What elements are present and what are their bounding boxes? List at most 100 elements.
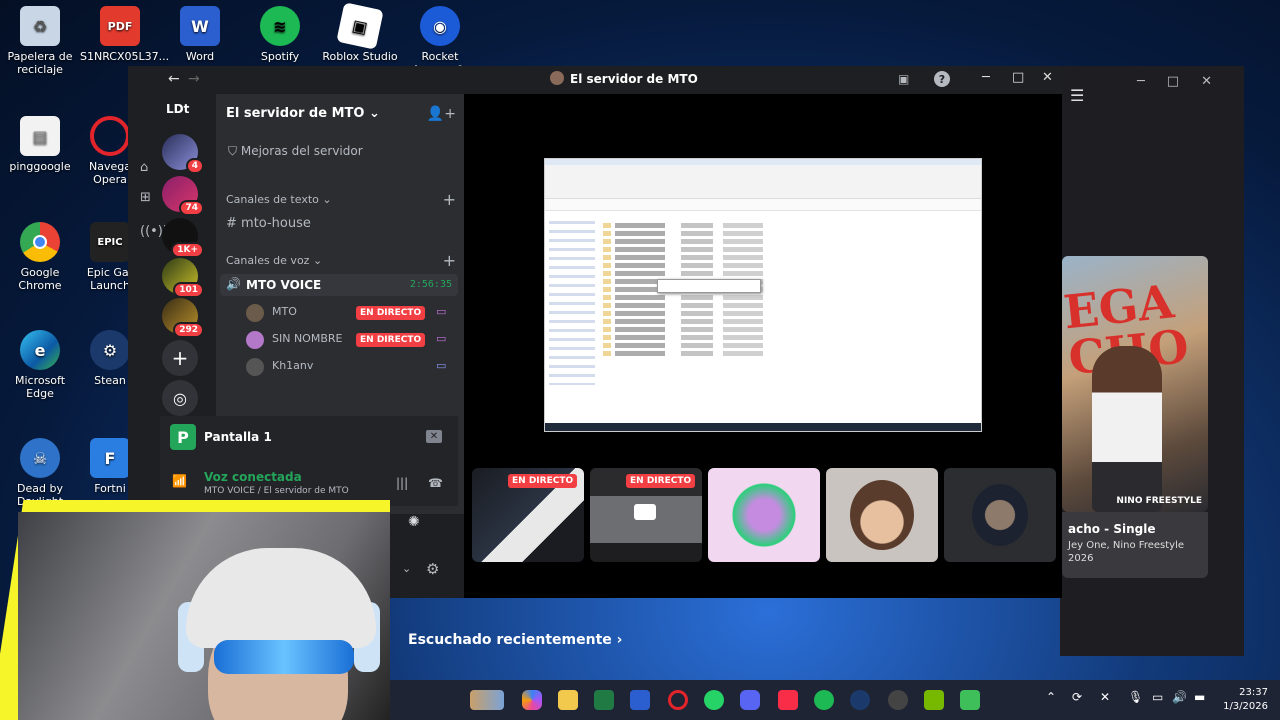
steam-taskbar-icon[interactable] [850, 690, 870, 710]
channel-mto-house[interactable]: # mto-house [226, 216, 311, 231]
whatsapp-icon[interactable] [704, 690, 724, 710]
minimize-icon[interactable]: ─ [982, 70, 990, 85]
voice-user[interactable]: Kh1anv ▭ [246, 356, 456, 378]
close-icon[interactable]: ✕ [1042, 70, 1053, 85]
signal-icon: 📶 [172, 474, 187, 488]
maximize-icon[interactable]: □ [1012, 70, 1024, 85]
desktop-icon-chrome[interactable]: Google Chrome [0, 222, 80, 292]
server-icon[interactable]: 74 [162, 176, 204, 216]
desktop-icon-pdf[interactable]: PDF S1NRCX05L37... [80, 6, 169, 63]
pdf-icon: PDF [100, 6, 140, 46]
excel-icon[interactable] [594, 690, 614, 710]
microphone-icon[interactable]: 🎙 [1128, 690, 1143, 704]
window-controls[interactable]: ─□✕ [1137, 74, 1234, 89]
stream-stage[interactable]: EN DIRECTO EN DIRECTO [464, 94, 1062, 598]
connection-status[interactable]: Voz conectada [204, 470, 302, 484]
copilot-icon[interactable] [522, 690, 542, 710]
discord-taskbar-icon[interactable] [740, 690, 760, 710]
invite-people-icon[interactable]: 👤+ [427, 106, 456, 122]
nvidia-icon[interactable] [924, 690, 944, 710]
minecraft-icon[interactable] [960, 690, 980, 710]
live-badge: EN DIRECTO [508, 474, 578, 488]
roblox-icon: ▣ [336, 2, 384, 50]
opera-taskbar-icon[interactable] [668, 690, 688, 710]
nvidia-tray-icon[interactable]: ✕ [1100, 690, 1110, 704]
server-name-header[interactable]: El servidor de MTO ⌄ [226, 106, 380, 121]
forward-arrow-icon[interactable]: → [188, 71, 200, 87]
stream-thumbnail[interactable]: EN DIRECTO [590, 468, 702, 562]
stream-thumbnail[interactable]: EN DIRECTO [472, 468, 584, 562]
album-year: 2026 [1068, 553, 1094, 564]
window-title: El servidor de MTO [570, 72, 698, 86]
video-icon: ▭ [436, 359, 447, 372]
game-controller-icon[interactable] [888, 690, 908, 710]
boost-icon: ⛉ [228, 144, 238, 158]
file-icon: ▤ [20, 116, 60, 156]
settings-gear-icon[interactable]: ⚙ [426, 560, 439, 578]
voice-timer: 2:56:35 [409, 279, 452, 290]
add-voice-channel-icon[interactable]: + [443, 251, 456, 270]
recently-played-heading[interactable]: Escuchado recientemente › [408, 632, 622, 648]
album-title: acho - Single [1068, 522, 1156, 536]
word-taskbar-icon[interactable] [630, 690, 650, 710]
server-icon[interactable]: 101 [162, 258, 204, 298]
back-arrow-icon[interactable]: ← [168, 71, 180, 87]
tooltip [657, 279, 761, 293]
apps-icon[interactable]: ⊞ [140, 190, 151, 205]
avatar [972, 484, 1028, 546]
stream-thumbnail[interactable] [944, 468, 1056, 562]
home-icon[interactable]: ⌂ [140, 160, 148, 175]
server-icon[interactable]: 292 [162, 298, 204, 338]
desktop-icon-word[interactable]: W Word [160, 6, 240, 63]
text-channels-category[interactable]: Canales de texto ⌄ [226, 193, 332, 206]
add-text-channel-icon[interactable]: + [443, 190, 456, 209]
file-explorer-icon[interactable] [558, 690, 578, 710]
desktop-icon-edge[interactable]: e Microsoft Edge [0, 330, 80, 400]
desktop-icon-pinggoogle[interactable]: ▤ pinggoogle [0, 116, 80, 173]
desktop-icon-dbd[interactable]: ☠ Dead by Daylight [0, 438, 80, 508]
explore-servers-icon[interactable]: ◎ [162, 380, 198, 416]
server-boost-item[interactable]: ⛉ Mejoras del servidor [228, 144, 363, 159]
shared-screen-file-explorer[interactable] [544, 158, 982, 432]
stream-thumbnail[interactable] [826, 468, 938, 562]
desktop-icon-spotify[interactable]: ≋ Spotify [240, 6, 320, 63]
menu-icon[interactable]: ☰ [1070, 86, 1084, 105]
inbox-icon[interactable]: ▣ [898, 72, 909, 86]
apple-music-icon[interactable] [778, 690, 798, 710]
widgets-icon[interactable] [470, 690, 504, 710]
sync-icon[interactable]: ⟳ [1072, 690, 1082, 704]
stop-stream-icon[interactable]: ✕ [426, 430, 442, 443]
voice-user[interactable]: MTO EN DIRECTO ▭ [246, 302, 456, 324]
battery-icon[interactable]: ▬ [1194, 690, 1205, 704]
avatar [246, 358, 264, 376]
steam-icon: ⚙ [90, 330, 130, 370]
tray-chevron-up-icon[interactable]: ⌃ [1046, 690, 1056, 704]
noise-suppression-icon[interactable]: ||| [396, 476, 408, 490]
voice-user[interactable]: SIN NOMBRE EN DIRECTO ▭ [246, 329, 456, 351]
webcam-cap [186, 548, 376, 648]
clock-date: 1/3/2026 [1223, 701, 1268, 712]
stream-thumbnail[interactable] [708, 468, 820, 562]
network-icon[interactable]: ▭ [1152, 690, 1163, 704]
explorer-address-bar [545, 199, 981, 211]
help-icon[interactable]: ? [934, 71, 950, 87]
disconnect-icon[interactable]: ☎ [428, 476, 443, 490]
server-icon[interactable]: 1K+ [162, 218, 204, 258]
shared-taskbar [545, 423, 981, 431]
desktop-icon-recycle-bin[interactable]: ♻ Papelera de reciclaje [0, 6, 80, 76]
add-server-icon[interactable]: + [162, 340, 198, 376]
desktop-icon-roblox[interactable]: ▣ Roblox Studio [320, 2, 400, 63]
voice-channels-category[interactable]: Canales de voz ⌄ [226, 254, 322, 267]
album-art-caption: NINO FREESTYLE [1116, 496, 1202, 506]
notification-badge: 74 [179, 200, 204, 216]
voice-channel-mto-voice[interactable]: 🔊 MTO VOICE 2:56:35 [220, 274, 458, 296]
server-icon[interactable]: 4 [162, 134, 204, 174]
soundboard-icon[interactable]: ✺ [408, 514, 420, 530]
album-info[interactable]: acho - Single Jey One, Nino Freestyle 20… [1062, 512, 1208, 578]
volume-icon[interactable]: 🔊 [1172, 690, 1187, 704]
screen-share-icon: ▭ [436, 332, 447, 345]
album-art[interactable]: EGA CHO NINO FREESTYLE [1062, 256, 1208, 512]
chevron-down-icon[interactable]: ⌄ [402, 562, 411, 575]
spotify-taskbar-icon[interactable] [814, 690, 834, 710]
taskbar-clock[interactable]: 23:37 1/3/2026 [1223, 686, 1268, 714]
